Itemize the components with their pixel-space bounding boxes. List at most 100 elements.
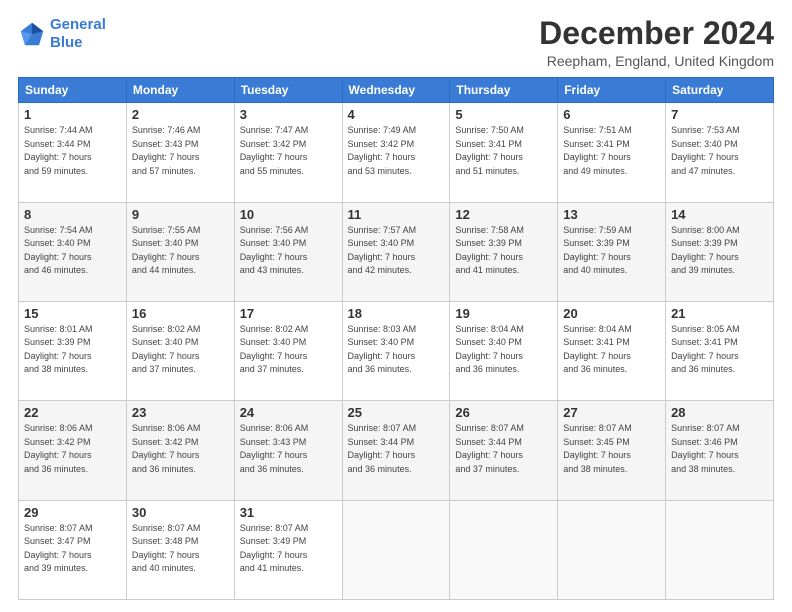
day-detail: Sunrise: 8:07 AMSunset: 3:44 PMDaylight:… <box>348 422 445 476</box>
day-number: 17 <box>240 306 337 321</box>
calendar-cell <box>558 500 666 599</box>
day-number: 18 <box>348 306 445 321</box>
calendar-cell: 16 Sunrise: 8:02 AMSunset: 3:40 PMDaylig… <box>126 301 234 400</box>
calendar-cell: 19 Sunrise: 8:04 AMSunset: 3:40 PMDaylig… <box>450 301 558 400</box>
day-number: 12 <box>455 207 552 222</box>
day-number: 2 <box>132 107 229 122</box>
day-detail: Sunrise: 7:47 AMSunset: 3:42 PMDaylight:… <box>240 124 337 178</box>
main-title: December 2024 <box>539 16 774 51</box>
day-detail: Sunrise: 8:06 AMSunset: 3:42 PMDaylight:… <box>132 422 229 476</box>
calendar-cell: 8 Sunrise: 7:54 AMSunset: 3:40 PMDayligh… <box>19 202 127 301</box>
calendar-cell: 6 Sunrise: 7:51 AMSunset: 3:41 PMDayligh… <box>558 103 666 202</box>
calendar-week-row: 29 Sunrise: 8:07 AMSunset: 3:47 PMDaylig… <box>19 500 774 599</box>
calendar-header-row: SundayMondayTuesdayWednesdayThursdayFrid… <box>19 78 774 103</box>
day-detail: Sunrise: 8:06 AMSunset: 3:43 PMDaylight:… <box>240 422 337 476</box>
day-number: 9 <box>132 207 229 222</box>
day-number: 29 <box>24 505 121 520</box>
day-detail: Sunrise: 8:01 AMSunset: 3:39 PMDaylight:… <box>24 323 121 377</box>
logo: General Blue <box>18 16 106 52</box>
logo-text: General Blue <box>50 16 106 52</box>
calendar-cell: 21 Sunrise: 8:05 AMSunset: 3:41 PMDaylig… <box>666 301 774 400</box>
calendar-cell: 22 Sunrise: 8:06 AMSunset: 3:42 PMDaylig… <box>19 401 127 500</box>
calendar-day-header: Sunday <box>19 78 127 103</box>
day-number: 13 <box>563 207 660 222</box>
calendar-cell <box>342 500 450 599</box>
calendar-cell: 14 Sunrise: 8:00 AMSunset: 3:39 PMDaylig… <box>666 202 774 301</box>
logo-icon <box>18 20 46 48</box>
day-number: 8 <box>24 207 121 222</box>
day-number: 6 <box>563 107 660 122</box>
calendar-cell: 17 Sunrise: 8:02 AMSunset: 3:40 PMDaylig… <box>234 301 342 400</box>
day-detail: Sunrise: 7:55 AMSunset: 3:40 PMDaylight:… <box>132 224 229 278</box>
day-number: 3 <box>240 107 337 122</box>
day-detail: Sunrise: 7:49 AMSunset: 3:42 PMDaylight:… <box>348 124 445 178</box>
day-number: 28 <box>671 405 768 420</box>
day-number: 22 <box>24 405 121 420</box>
day-number: 26 <box>455 405 552 420</box>
calendar-cell: 20 Sunrise: 8:04 AMSunset: 3:41 PMDaylig… <box>558 301 666 400</box>
calendar-table: SundayMondayTuesdayWednesdayThursdayFrid… <box>18 77 774 600</box>
calendar-week-row: 1 Sunrise: 7:44 AMSunset: 3:44 PMDayligh… <box>19 103 774 202</box>
calendar-cell: 9 Sunrise: 7:55 AMSunset: 3:40 PMDayligh… <box>126 202 234 301</box>
day-detail: Sunrise: 8:07 AMSunset: 3:44 PMDaylight:… <box>455 422 552 476</box>
calendar-cell: 15 Sunrise: 8:01 AMSunset: 3:39 PMDaylig… <box>19 301 127 400</box>
calendar-cell: 28 Sunrise: 8:07 AMSunset: 3:46 PMDaylig… <box>666 401 774 500</box>
day-detail: Sunrise: 8:07 AMSunset: 3:45 PMDaylight:… <box>563 422 660 476</box>
calendar-day-header: Friday <box>558 78 666 103</box>
calendar-cell: 4 Sunrise: 7:49 AMSunset: 3:42 PMDayligh… <box>342 103 450 202</box>
day-number: 7 <box>671 107 768 122</box>
calendar-cell: 26 Sunrise: 8:07 AMSunset: 3:44 PMDaylig… <box>450 401 558 500</box>
calendar-cell: 11 Sunrise: 7:57 AMSunset: 3:40 PMDaylig… <box>342 202 450 301</box>
day-detail: Sunrise: 7:54 AMSunset: 3:40 PMDaylight:… <box>24 224 121 278</box>
calendar-cell: 24 Sunrise: 8:06 AMSunset: 3:43 PMDaylig… <box>234 401 342 500</box>
calendar-week-row: 22 Sunrise: 8:06 AMSunset: 3:42 PMDaylig… <box>19 401 774 500</box>
calendar-day-header: Saturday <box>666 78 774 103</box>
day-detail: Sunrise: 8:04 AMSunset: 3:40 PMDaylight:… <box>455 323 552 377</box>
calendar-cell: 5 Sunrise: 7:50 AMSunset: 3:41 PMDayligh… <box>450 103 558 202</box>
day-number: 15 <box>24 306 121 321</box>
page: General Blue December 2024 Reepham, Engl… <box>0 0 792 612</box>
calendar-day-header: Wednesday <box>342 78 450 103</box>
calendar-day-header: Tuesday <box>234 78 342 103</box>
calendar-cell: 29 Sunrise: 8:07 AMSunset: 3:47 PMDaylig… <box>19 500 127 599</box>
day-detail: Sunrise: 7:56 AMSunset: 3:40 PMDaylight:… <box>240 224 337 278</box>
calendar-cell: 7 Sunrise: 7:53 AMSunset: 3:40 PMDayligh… <box>666 103 774 202</box>
calendar-cell: 18 Sunrise: 8:03 AMSunset: 3:40 PMDaylig… <box>342 301 450 400</box>
day-number: 16 <box>132 306 229 321</box>
day-detail: Sunrise: 8:06 AMSunset: 3:42 PMDaylight:… <box>24 422 121 476</box>
day-detail: Sunrise: 8:07 AMSunset: 3:49 PMDaylight:… <box>240 522 337 576</box>
day-number: 20 <box>563 306 660 321</box>
header: General Blue December 2024 Reepham, Engl… <box>18 16 774 69</box>
day-detail: Sunrise: 7:51 AMSunset: 3:41 PMDaylight:… <box>563 124 660 178</box>
day-detail: Sunrise: 7:53 AMSunset: 3:40 PMDaylight:… <box>671 124 768 178</box>
day-number: 27 <box>563 405 660 420</box>
calendar-cell <box>450 500 558 599</box>
day-number: 4 <box>348 107 445 122</box>
day-number: 31 <box>240 505 337 520</box>
day-detail: Sunrise: 8:07 AMSunset: 3:46 PMDaylight:… <box>671 422 768 476</box>
day-number: 19 <box>455 306 552 321</box>
day-detail: Sunrise: 7:44 AMSunset: 3:44 PMDaylight:… <box>24 124 121 178</box>
calendar-cell: 30 Sunrise: 8:07 AMSunset: 3:48 PMDaylig… <box>126 500 234 599</box>
subtitle: Reepham, England, United Kingdom <box>539 53 774 69</box>
day-number: 23 <box>132 405 229 420</box>
day-detail: Sunrise: 7:58 AMSunset: 3:39 PMDaylight:… <box>455 224 552 278</box>
calendar-cell: 10 Sunrise: 7:56 AMSunset: 3:40 PMDaylig… <box>234 202 342 301</box>
day-detail: Sunrise: 8:04 AMSunset: 3:41 PMDaylight:… <box>563 323 660 377</box>
calendar-cell: 31 Sunrise: 8:07 AMSunset: 3:49 PMDaylig… <box>234 500 342 599</box>
calendar-cell: 2 Sunrise: 7:46 AMSunset: 3:43 PMDayligh… <box>126 103 234 202</box>
day-detail: Sunrise: 7:46 AMSunset: 3:43 PMDaylight:… <box>132 124 229 178</box>
logo-general: General <box>50 16 106 33</box>
calendar-cell: 13 Sunrise: 7:59 AMSunset: 3:39 PMDaylig… <box>558 202 666 301</box>
day-detail: Sunrise: 8:07 AMSunset: 3:48 PMDaylight:… <box>132 522 229 576</box>
day-number: 11 <box>348 207 445 222</box>
day-number: 25 <box>348 405 445 420</box>
day-detail: Sunrise: 8:03 AMSunset: 3:40 PMDaylight:… <box>348 323 445 377</box>
calendar-cell <box>666 500 774 599</box>
day-number: 21 <box>671 306 768 321</box>
logo-blue: Blue <box>50 34 83 51</box>
calendar-cell: 27 Sunrise: 8:07 AMSunset: 3:45 PMDaylig… <box>558 401 666 500</box>
day-number: 30 <box>132 505 229 520</box>
day-number: 5 <box>455 107 552 122</box>
calendar-week-row: 8 Sunrise: 7:54 AMSunset: 3:40 PMDayligh… <box>19 202 774 301</box>
